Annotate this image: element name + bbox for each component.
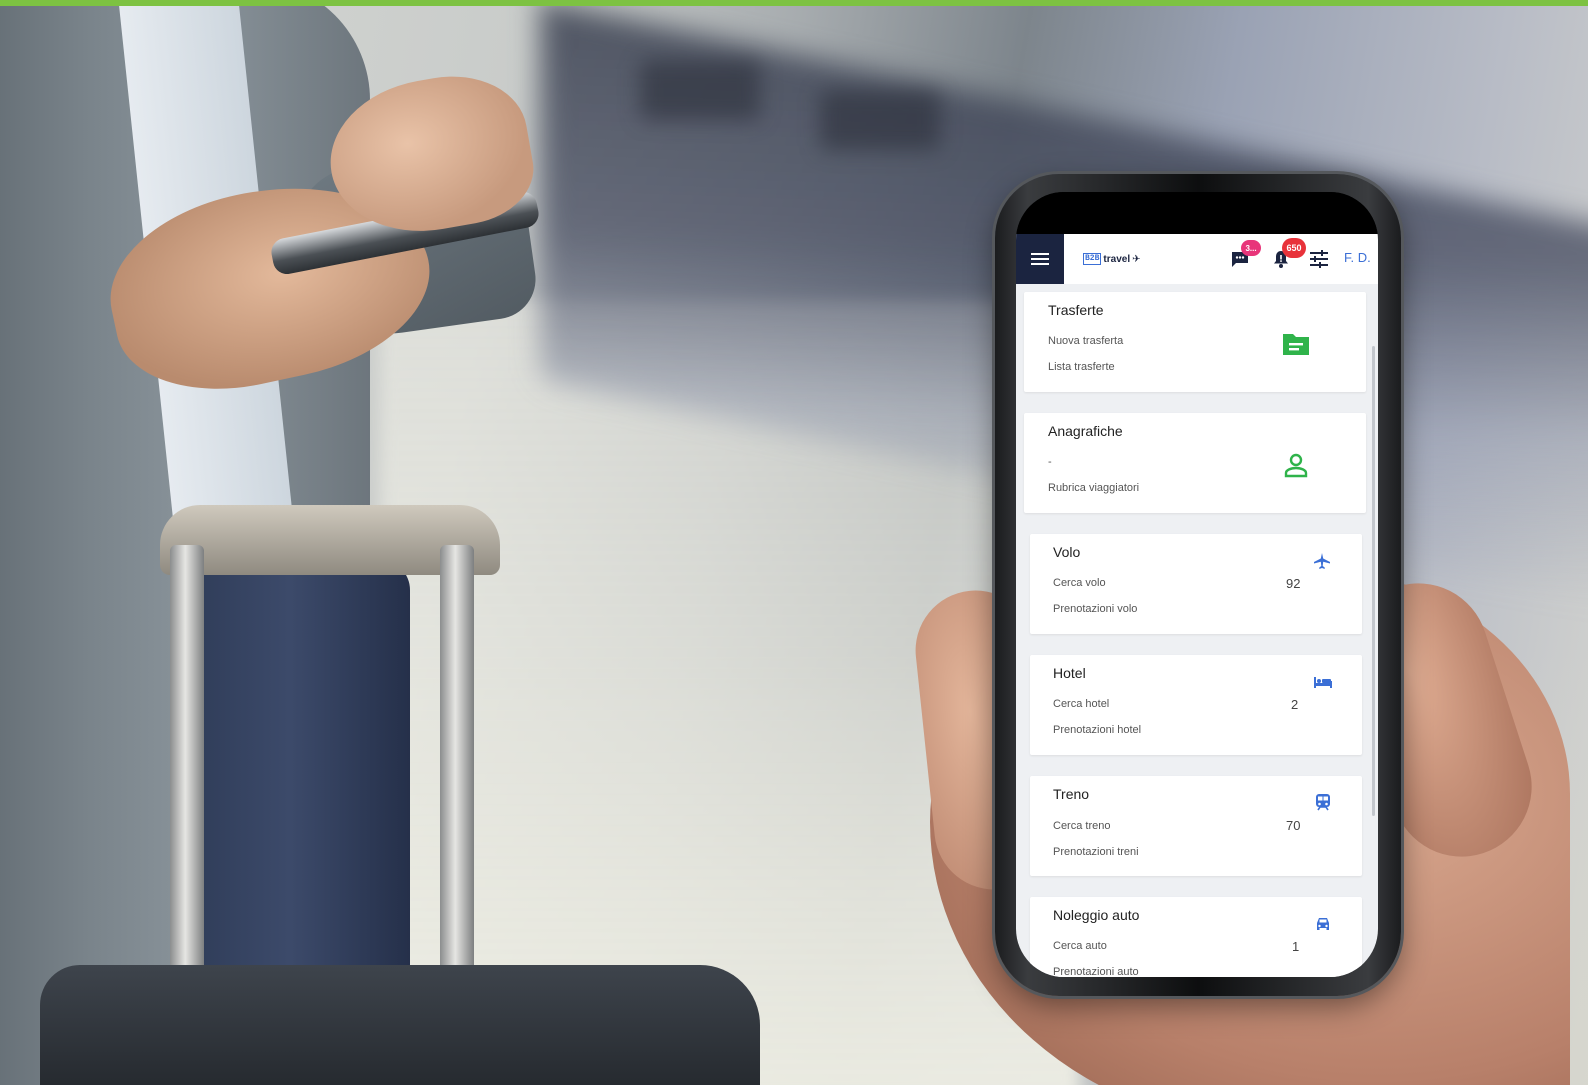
card-title: Hotel [1053,665,1086,681]
card-hotel: Hotel Cerca hotel Prenotazioni hotel 2 [1030,655,1362,755]
train-window [820,90,940,150]
logo-mark: B2B [1083,253,1102,265]
train-window [640,60,760,120]
link-cerca-hotel[interactable]: Cerca hotel [1053,698,1109,710]
chat-badge: 3... [1241,240,1261,256]
link-cerca-auto[interactable]: Cerca auto [1053,940,1107,952]
app-header: B2B travel ✈ 3... 650 F. D. [1016,234,1378,284]
car-icon [1313,915,1333,933]
chat-button[interactable]: 3... [1229,240,1261,270]
card-title: Noleggio auto [1053,907,1140,923]
tune-icon [1310,250,1328,268]
count-volo: 92 [1286,576,1301,591]
user-initials[interactable]: F. D. [1344,250,1371,265]
card-title: Anagrafiche [1048,423,1123,439]
suitcase-handle-bar [440,545,474,1025]
logo-word: travel [1103,253,1131,265]
link-cerca-volo[interactable]: Cerca volo [1053,577,1106,589]
notifications-button[interactable]: 650 [1270,238,1306,270]
link-cerca-treno[interactable]: Cerca treno [1053,820,1110,832]
link-prenotazioni-volo[interactable]: Prenotazioni volo [1053,603,1137,615]
folder-icon [1280,330,1312,358]
logo-plane-icon: ✈ [1132,253,1141,265]
count-hotel: 2 [1291,697,1299,712]
menu-button[interactable] [1016,234,1064,284]
link-prenotazioni-treni[interactable]: Prenotazioni treni [1053,846,1139,858]
hamburger-icon [1031,253,1049,265]
status-bar [1016,192,1378,234]
link-lista-trasferte[interactable]: Lista trasferte [1048,361,1115,373]
link-prenotazioni-hotel[interactable]: Prenotazioni hotel [1053,724,1141,736]
filters-button[interactable] [1308,248,1330,270]
link-anagrafiche-empty[interactable]: - [1048,456,1052,468]
scrollbar[interactable] [1372,346,1375,816]
notifications-badge: 650 [1282,238,1306,258]
link-rubrica-viaggiatori[interactable]: Rubrica viaggiatori [1048,482,1139,494]
suitcase-handle-bar [170,545,204,1025]
card-title: Volo [1053,544,1081,560]
bed-icon [1312,672,1334,692]
train-icon [1314,792,1332,812]
card-anagrafiche: Anagrafiche - Rubrica viaggiatori [1024,413,1366,513]
card-treno: Treno Cerca treno Prenotazioni treni 70 [1030,776,1362,876]
card-title: Treno [1053,786,1090,802]
dashboard-content: Trasferte Nuova trasferta Lista trasfert… [1016,284,1378,977]
count-auto: 1 [1292,939,1300,954]
card-noleggio-auto: Noleggio auto Cerca auto Prenotazioni au… [1030,897,1362,977]
link-nuova-trasferta[interactable]: Nuova trasferta [1048,335,1123,347]
card-trasferte: Trasferte Nuova trasferta Lista trasfert… [1024,292,1366,392]
card-title: Trasferte [1048,302,1104,318]
person-icon [1282,451,1310,479]
suitcase [40,965,760,1085]
airplane-icon [1312,551,1332,571]
top-accent-bar [0,0,1588,6]
link-prenotazioni-auto[interactable]: Prenotazioni auto [1053,966,1139,977]
count-treno: 70 [1286,818,1301,833]
app-logo[interactable]: B2B travel ✈ [1083,250,1140,268]
phone-screen: B2B travel ✈ 3... 650 F. D. Trasferte Nu… [1016,192,1378,977]
card-volo: Volo Cerca volo Prenotazioni volo 92 [1030,534,1362,634]
